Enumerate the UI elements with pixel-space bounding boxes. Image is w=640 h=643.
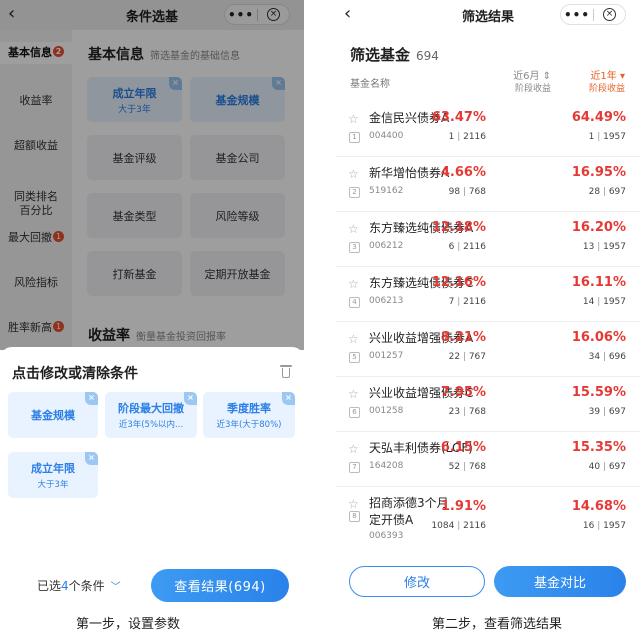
nav-bar: ‹ 筛选结果 ••• ×	[336, 0, 640, 30]
trash-icon[interactable]	[280, 365, 292, 379]
fund-code: 006212	[369, 241, 404, 251]
return-1y: 16.20%	[571, 220, 626, 235]
close-button[interactable]: ×	[594, 8, 625, 21]
compare-funds-button[interactable]: 基金对比	[494, 566, 626, 597]
screen-filter-conditions: ‹ 条件选基 ••• × 基本信息 2 收益率 超额收益 同类排名 百分比 最大回…	[0, 0, 304, 607]
fund-row[interactable]: ☆ 5 兴业收益增强债券A 001257 8.21% 22 | 767 16.0…	[336, 322, 640, 377]
column-header-name: 基金名称	[350, 79, 390, 90]
star-icon[interactable]: ☆	[348, 497, 359, 511]
modal-overlay[interactable]	[0, 0, 304, 350]
rank-badge: 6	[349, 407, 360, 418]
mini-program-capsule: ••• ×	[560, 4, 626, 25]
column-header-1y[interactable]: 近1年 ▾ 阶段收益	[565, 70, 625, 96]
fund-code: 001258	[369, 406, 404, 416]
star-icon[interactable]: ☆	[348, 167, 359, 181]
column-header-6m[interactable]: 近6月 ⇕ 阶段收益	[491, 70, 551, 96]
fund-row[interactable]: ☆ 1 金信民兴债券A 004400 63.47% 1 | 2116 64.49…	[336, 102, 640, 157]
conditions-bottom-sheet: 点击修改或清除条件 基金规模 × 阶段最大回撤 近3年(5%以内... × 季度…	[0, 347, 304, 607]
return-6m: 8.21%	[440, 330, 486, 345]
rank-badge: 2	[349, 187, 360, 198]
return-6m: 1.91%	[440, 499, 486, 514]
star-icon[interactable]: ☆	[348, 332, 359, 346]
close-circle-icon: ×	[602, 8, 616, 21]
rank-badge: 5	[349, 352, 360, 363]
fund-row[interactable]: ☆ 4 东方臻选纯债债券C 006213 12.16% 7 | 2116 16.…	[336, 267, 640, 322]
return-6m: 7.95%	[440, 385, 486, 400]
rank-6m: 52 | 768	[448, 462, 486, 472]
modify-button[interactable]: 修改	[349, 566, 485, 597]
condition-establish-years[interactable]: 成立年限 大于3年 ×	[8, 452, 98, 498]
remove-icon[interactable]: ×	[184, 392, 197, 405]
rank-badge: 3	[349, 242, 360, 253]
star-icon[interactable]: ☆	[348, 112, 359, 126]
rank-6m: 98 | 768	[448, 187, 486, 197]
condition-quarterly-win-rate[interactable]: 季度胜率 近3年(大于80%) ×	[203, 392, 295, 438]
page-title: 筛选结果	[461, 9, 514, 25]
rank-badge: 4	[349, 297, 360, 308]
rank-1y: 13 | 1957	[582, 242, 626, 252]
rank-1y: 34 | 696	[588, 352, 626, 362]
return-6m: 6.15%	[440, 440, 486, 455]
screen-filter-results: ‹ 筛选结果 ••• × 筛选基金 694 基金名称 近6月 ⇕ 阶段收益 近1年…	[336, 0, 640, 607]
remove-icon[interactable]: ×	[282, 392, 295, 405]
rank-1y: 39 | 697	[588, 407, 626, 417]
star-icon[interactable]: ☆	[348, 387, 359, 401]
return-6m: 12.16%	[431, 275, 486, 290]
sheet-title: 点击修改或清除条件	[12, 366, 138, 382]
return-1y: 16.95%	[571, 165, 626, 180]
return-6m: 63.47%	[431, 110, 486, 125]
rank-badge: 1	[349, 132, 360, 143]
chevron-down-icon: ﹀	[110, 582, 121, 593]
condition-fund-size[interactable]: 基金规模 ×	[8, 392, 98, 438]
fund-row[interactable]: ☆ 3 东方臻选纯债债券A 006212 12.18% 6 | 2116 16.…	[336, 212, 640, 267]
fund-row[interactable]: ☆ 2 新华增怡债券A 519162 4.66% 98 | 768 16.95%…	[336, 157, 640, 212]
star-icon[interactable]: ☆	[348, 442, 359, 456]
rank-6m: 6 | 2116	[448, 242, 486, 252]
remove-icon[interactable]: ×	[85, 392, 98, 405]
results-count: 694	[416, 49, 439, 63]
condition-stage-max-drawdown[interactable]: 阶段最大回撤 近3年(5%以内... ×	[105, 392, 197, 438]
rank-1y: 14 | 1957	[582, 297, 626, 307]
return-6m: 4.66%	[440, 165, 486, 180]
rank-1y: 28 | 697	[588, 187, 626, 197]
fund-row[interactable]: ☆ 7 天弘丰利债券(LOF) 164208 6.15% 52 | 768 15…	[336, 432, 640, 487]
fund-row[interactable]: ☆ 6 兴业收益增强债券C 001258 7.95% 23 | 768 15.5…	[336, 377, 640, 432]
rank-1y: 16 | 1957	[582, 521, 626, 531]
return-1y: 14.68%	[571, 499, 626, 514]
fund-row[interactable]: ☆ 8 招商添德3个月定开债A 006393 1.91% 1084 | 2116…	[336, 487, 640, 552]
results-title: 筛选基金 694	[350, 46, 439, 64]
fund-code: 164208	[369, 461, 404, 471]
rank-6m: 22 | 767	[448, 352, 486, 362]
star-icon[interactable]: ☆	[348, 277, 359, 291]
rank-1y: 1 | 1957	[588, 132, 626, 142]
return-1y: 15.35%	[571, 440, 626, 455]
chevron-left-icon[interactable]: ‹	[344, 3, 351, 25]
rank-badge: 8	[349, 511, 360, 522]
return-1y: 16.11%	[571, 275, 626, 290]
return-1y: 64.49%	[571, 110, 626, 125]
fund-code: 519162	[369, 186, 404, 196]
step2-caption: 第二步，查看筛选结果	[432, 617, 563, 632]
step1-caption: 第一步，设置参数	[76, 617, 181, 632]
rank-6m: 1084 | 2116	[431, 521, 486, 531]
fund-code: 004400	[369, 131, 404, 141]
rank-1y: 40 | 697	[588, 462, 626, 472]
return-1y: 15.59%	[571, 385, 626, 400]
action-footer: 修改 基金对比	[336, 564, 640, 607]
rank-6m: 1 | 2116	[448, 132, 486, 142]
return-6m: 12.18%	[431, 220, 486, 235]
return-1y: 16.06%	[571, 330, 626, 345]
star-icon[interactable]: ☆	[348, 222, 359, 236]
view-results-button[interactable]: 查看结果(694)	[151, 569, 289, 602]
rank-6m: 23 | 768	[448, 407, 486, 417]
fund-code: 006393	[369, 531, 404, 541]
fund-code: 001257	[369, 351, 404, 361]
rank-badge: 7	[349, 462, 360, 473]
rank-6m: 7 | 2116	[448, 297, 486, 307]
remove-icon[interactable]: ×	[85, 452, 98, 465]
selected-conditions-toggle[interactable]: 已选4个条件 ﹀	[37, 577, 121, 594]
more-button[interactable]: •••	[561, 8, 593, 22]
fund-code: 006213	[369, 296, 404, 306]
